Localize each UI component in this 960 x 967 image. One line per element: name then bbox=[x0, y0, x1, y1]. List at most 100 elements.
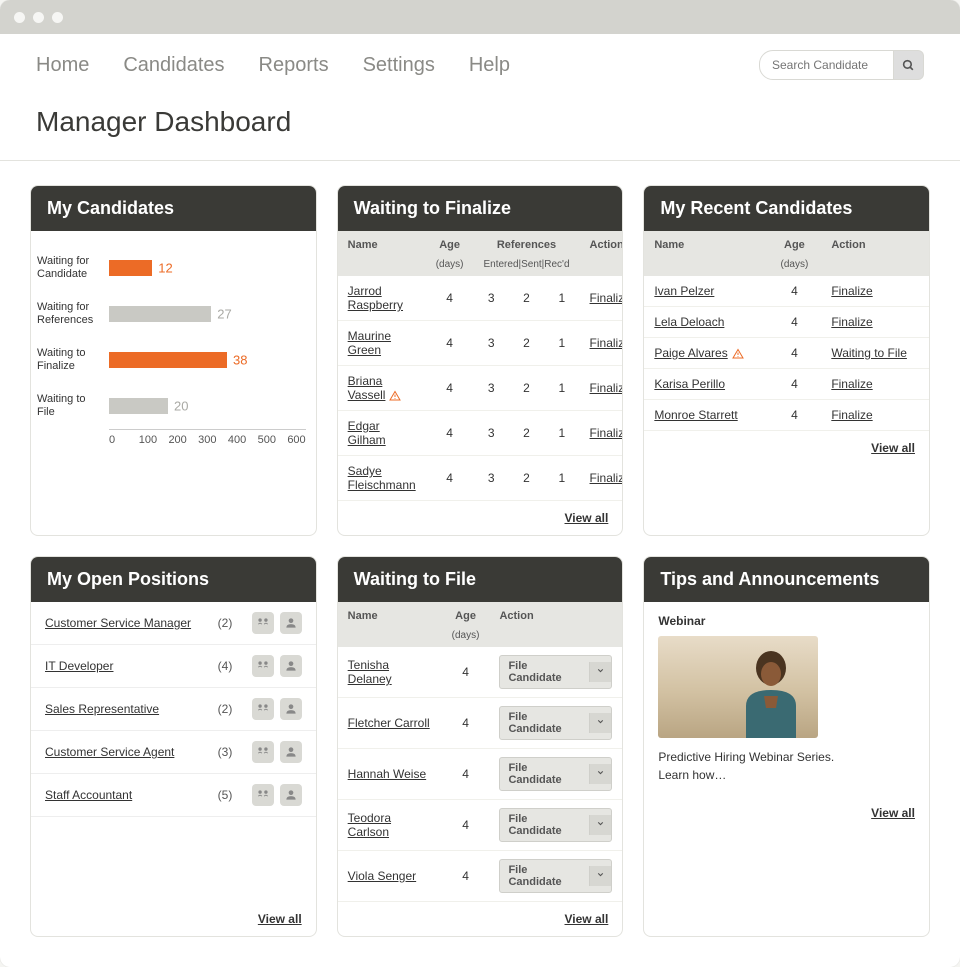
candidate-link[interactable]: Tenisha Delaney bbox=[348, 658, 392, 686]
candidate-link[interactable]: Jarrod Raspberry bbox=[348, 284, 403, 312]
share-icon bbox=[256, 745, 270, 759]
chart-tick: 500 bbox=[258, 434, 288, 446]
window-titlebar bbox=[0, 0, 960, 34]
app-window: Home Candidates Reports Settings Help Ma… bbox=[0, 0, 960, 967]
candidate-link[interactable]: Ivan Pelzer bbox=[654, 284, 714, 298]
cell-ref-sent: 2 bbox=[509, 321, 544, 366]
add-candidate-button[interactable] bbox=[280, 741, 302, 763]
table-row: Maurine Green4321Finalize bbox=[338, 321, 624, 366]
nav-help[interactable]: Help bbox=[469, 54, 510, 77]
view-all-link[interactable]: View all bbox=[871, 806, 915, 820]
finalize-link[interactable]: Finalize bbox=[590, 426, 624, 440]
position-link[interactable]: Sales Representative bbox=[45, 702, 218, 716]
position-row: Sales Representative(2) bbox=[31, 688, 316, 731]
window-dot-close-icon[interactable] bbox=[14, 12, 25, 23]
position-link[interactable]: Customer Service Agent bbox=[45, 745, 218, 759]
card-header: Tips and Announcements bbox=[644, 557, 929, 602]
file-candidate-dropdown[interactable]: File Candidate bbox=[499, 757, 612, 791]
col-age-sub: (days) bbox=[442, 630, 490, 647]
share-icon bbox=[256, 659, 270, 673]
col-age: Age bbox=[442, 602, 490, 630]
card-waiting-file: Waiting to File Name Age Action (days) bbox=[337, 556, 624, 937]
chart-tick: 200 bbox=[168, 434, 198, 446]
file-candidate-dropdown[interactable]: File Candidate bbox=[499, 808, 612, 842]
chart-bar bbox=[109, 306, 211, 322]
candidate-link[interactable]: Teodora Carlson bbox=[348, 811, 391, 839]
share-icon bbox=[256, 788, 270, 802]
candidate-link[interactable]: Maurine Green bbox=[348, 329, 391, 357]
finalize-link[interactable]: Finalize bbox=[590, 471, 624, 485]
finalize-link[interactable]: Finalize bbox=[590, 291, 624, 305]
table-waiting-file: Name Age Action (days) Tenisha Delaney4F… bbox=[338, 602, 623, 902]
action-link[interactable]: Waiting to File bbox=[831, 346, 907, 360]
card-header: My Recent Candidates bbox=[644, 186, 929, 231]
add-candidate-button[interactable] bbox=[280, 698, 302, 720]
share-position-button[interactable] bbox=[252, 741, 274, 763]
nav-reports[interactable]: Reports bbox=[259, 54, 329, 77]
candidate-link[interactable]: Monroe Starrett bbox=[654, 408, 737, 422]
view-all-link[interactable]: View all bbox=[258, 912, 302, 926]
chart-axis: 0100200300400500600 bbox=[109, 429, 306, 446]
cell-ref-recd: 1 bbox=[544, 321, 579, 366]
col-refs-sub: Entered|Sent|Rec'd bbox=[473, 259, 579, 276]
position-row: Customer Service Agent(3) bbox=[31, 731, 316, 774]
tips-text-line1: Predictive Hiring Webinar Series. bbox=[658, 748, 915, 766]
add-candidate-button[interactable] bbox=[280, 612, 302, 634]
view-all-link[interactable]: View all bbox=[565, 912, 609, 926]
col-action: Action bbox=[489, 602, 622, 630]
cell-ref-sent: 2 bbox=[509, 366, 544, 411]
table-row: Sadye Fleischmann4321Finalize bbox=[338, 456, 624, 501]
share-icon bbox=[256, 616, 270, 630]
add-candidate-button[interactable] bbox=[280, 655, 302, 677]
cell-age: 4 bbox=[768, 276, 822, 307]
window-dot-min-icon[interactable] bbox=[33, 12, 44, 23]
cell-age: 4 bbox=[426, 276, 474, 321]
nav-settings[interactable]: Settings bbox=[363, 54, 435, 77]
candidate-link[interactable]: Hannah Weise bbox=[348, 767, 427, 781]
cell-age: 4 bbox=[768, 369, 822, 400]
finalize-link[interactable]: Finalize bbox=[590, 381, 624, 395]
position-link[interactable]: Customer Service Manager bbox=[45, 616, 218, 630]
candidate-link[interactable]: Sadye Fleischmann bbox=[348, 464, 416, 492]
action-link[interactable]: Finalize bbox=[831, 408, 872, 422]
file-candidate-dropdown[interactable]: File Candidate bbox=[499, 706, 612, 740]
share-position-button[interactable] bbox=[252, 612, 274, 634]
position-row: Staff Accountant(5) bbox=[31, 774, 316, 817]
candidate-link[interactable]: Edgar Gilham bbox=[348, 419, 386, 447]
share-position-button[interactable] bbox=[252, 655, 274, 677]
chevron-down-icon bbox=[596, 870, 605, 879]
candidate-link[interactable]: Paige Alvares bbox=[654, 346, 727, 360]
search-input[interactable] bbox=[759, 50, 894, 80]
add-candidate-button[interactable] bbox=[280, 784, 302, 806]
action-link[interactable]: Finalize bbox=[831, 377, 872, 391]
share-position-button[interactable] bbox=[252, 698, 274, 720]
view-all-link[interactable]: View all bbox=[565, 511, 609, 525]
candidate-link[interactable]: Karisa Perillo bbox=[654, 377, 725, 391]
chart-tick: 0 bbox=[109, 434, 139, 446]
file-candidate-dropdown[interactable]: File Candidate bbox=[499, 859, 612, 893]
action-link[interactable]: Finalize bbox=[831, 284, 872, 298]
action-link[interactable]: Finalize bbox=[831, 315, 872, 329]
tips-thumbnail[interactable] bbox=[658, 636, 818, 738]
search-button[interactable] bbox=[894, 50, 924, 80]
col-age: Age bbox=[426, 231, 474, 259]
finalize-link[interactable]: Finalize bbox=[590, 336, 624, 350]
candidate-link[interactable]: Viola Senger bbox=[348, 869, 417, 883]
candidate-link[interactable]: Lela Deloach bbox=[654, 315, 724, 329]
position-count: (2) bbox=[218, 616, 252, 630]
nav-candidates[interactable]: Candidates bbox=[123, 54, 224, 77]
card-tips: Tips and Announcements Webinar Predictiv… bbox=[643, 556, 930, 937]
position-link[interactable]: Staff Accountant bbox=[45, 788, 218, 802]
share-position-button[interactable] bbox=[252, 784, 274, 806]
table-waiting-finalize: Name Age References Action (days) Entere… bbox=[338, 231, 624, 501]
nav-home[interactable]: Home bbox=[36, 54, 89, 77]
chart-value: 27 bbox=[217, 307, 231, 322]
candidate-link[interactable]: Briana Vassell bbox=[348, 374, 386, 402]
view-all-link[interactable]: View all bbox=[871, 441, 915, 455]
chart-bar bbox=[109, 398, 168, 414]
candidate-link[interactable]: Fletcher Carroll bbox=[348, 716, 430, 730]
position-link[interactable]: IT Developer bbox=[45, 659, 218, 673]
window-dot-max-icon[interactable] bbox=[52, 12, 63, 23]
file-candidate-dropdown[interactable]: File Candidate bbox=[499, 655, 612, 689]
table-row: Tenisha Delaney4File Candidate bbox=[338, 647, 623, 698]
